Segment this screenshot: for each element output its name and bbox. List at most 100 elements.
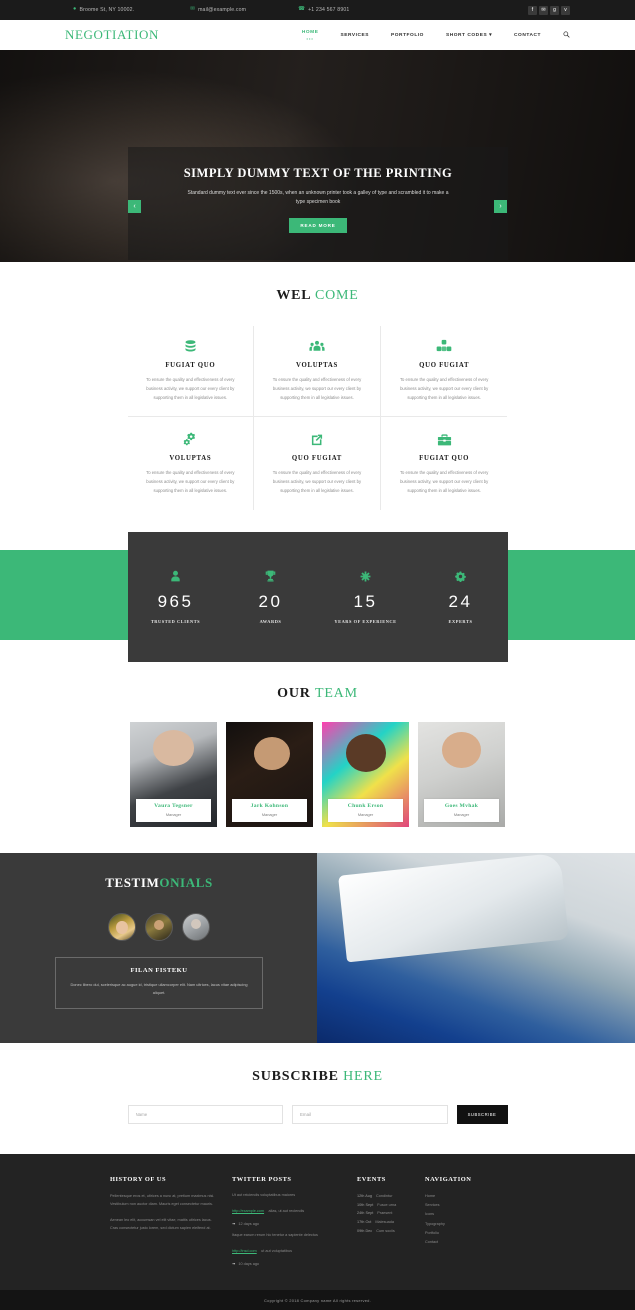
team-heading-light: TEAM	[314, 685, 358, 701]
gear-icon	[413, 569, 508, 583]
footer-nav-home[interactable]: Home	[425, 1192, 525, 1201]
read-more-button[interactable]: READ MORE	[289, 217, 347, 233]
testimonial-avatar-3[interactable]	[182, 912, 210, 941]
stat-value: 20	[258, 592, 283, 612]
footer-nav-portfolio[interactable]: Portfolio	[425, 1229, 525, 1238]
nav-item-short-codes[interactable]: SHORT CODES ▾	[435, 33, 503, 38]
carousel-prev-button[interactable]: ‹	[128, 200, 141, 213]
stat-item: 15 YEARS OF EXPERIENCE	[318, 569, 413, 624]
service-card[interactable]: FUGIAT QUO To ensure the quality and eff…	[381, 417, 508, 509]
tweet-tail: alias, ut aut reciendis	[268, 1209, 305, 1214]
stat-item: 24 EXPERTS	[413, 569, 508, 624]
footer-twitter-heading: TWITTER POSTS	[232, 1175, 292, 1183]
event-date: 24th Sept	[357, 1211, 374, 1216]
top-bar: ● Broome St, NY 10002. ✉ mail@example.co…	[0, 0, 635, 20]
testimonial-avatar-1[interactable]	[108, 912, 136, 941]
footer-navigation-column: NAVIGATION Home Services Icons Typograph…	[425, 1176, 525, 1272]
footer-history-p1: Pellentesque eros et, ultrices a nunc at…	[110, 1193, 215, 1207]
footer-events-column: EVENTS 12th Aug Condintur 10th Sept Fusc…	[357, 1176, 425, 1272]
team-member[interactable]: Vaura Tegsner Manager	[130, 721, 217, 827]
stats-section: 965 TRUSTED CLIENTS 20 AWARDS 15 YEARS O…	[0, 531, 635, 662]
service-card[interactable]: QUO FUGIAT To ensure the quality and eff…	[380, 326, 508, 418]
email-input[interactable]	[292, 1104, 448, 1124]
tweet-tail: ut aut voluptatibus	[261, 1249, 292, 1254]
event-item[interactable]: 12th Aug Condintur	[357, 1192, 425, 1201]
service-card[interactable]: VOLUPTAS To ensure the quality and effec…	[128, 417, 255, 510]
stats-panel: 965 TRUSTED CLIENTS 20 AWARDS 15 YEARS O…	[128, 531, 508, 662]
footer-nav-typography[interactable]: Typography	[425, 1220, 525, 1229]
event-item[interactable]: 09th Dec Cum sociis	[357, 1227, 425, 1236]
site-footer: HISTORY OF US Pellentesque eros et, ultr…	[0, 1153, 635, 1291]
stat-label: TRUSTED CLIENTS	[150, 619, 201, 625]
event-item[interactable]: 10th Sept Fusce urna	[357, 1201, 425, 1210]
member-role: Manager	[357, 811, 374, 817]
carousel-next-button[interactable]: ›	[494, 200, 507, 213]
event-label: Fusce urna	[377, 1202, 397, 1207]
footer-events-heading: EVENTS	[357, 1175, 386, 1183]
tweet-text: Itaque earum rerum hic tenetur a sapient…	[232, 1233, 318, 1238]
service-card[interactable]: VOLUPTAS To ensure the quality and effec…	[254, 326, 381, 418]
tweet-link[interactable]: http://insd.com	[232, 1249, 257, 1253]
subscribe-button[interactable]: SUBSCRIBE	[456, 1104, 508, 1124]
social-links: f ✉ g v	[528, 5, 570, 15]
twitter-icon[interactable]: ✉	[539, 5, 548, 15]
testimonial-avatar-2[interactable]	[145, 912, 173, 941]
team-section: OUR TEAM Vaura Tegsner Manager Jark Kohn…	[0, 662, 635, 853]
testimonial-text: Donec libero dui, scelerisque ac augue i…	[70, 981, 248, 996]
twitter-bird-icon: ➟	[232, 1221, 236, 1227]
team-member[interactable]: Jark Kohnson Manager	[226, 721, 313, 827]
team-member[interactable]: Chunk Erson Manager	[322, 721, 409, 827]
service-card[interactable]: QUO FUGIAT To ensure the quality and eff…	[254, 417, 381, 510]
nav-item-services[interactable]: SERVICES	[329, 33, 380, 38]
subscribe-heading-light: HERE	[343, 1068, 383, 1084]
service-text: To ensure the quality and effectiveness …	[272, 470, 362, 494]
nav-menu: HOME ••• SERVICES PORTFOLIO SHORT CODES …	[291, 30, 570, 41]
footer-nav-services[interactable]: Services	[425, 1201, 525, 1210]
nav-item-contact[interactable]: CONTACT	[503, 33, 552, 38]
welcome-heading: WEL COME	[0, 288, 635, 304]
team-member[interactable]: Goes Mvhak Manager	[418, 721, 505, 827]
address-text: Broome St, NY 10002.	[79, 7, 135, 13]
subscribe-heading-bold: SUBSCRIBE	[252, 1068, 339, 1084]
name-input[interactable]	[127, 1104, 283, 1124]
team-heading-bold: OUR	[277, 685, 311, 701]
footer-navigation-heading: NAVIGATION	[425, 1175, 472, 1183]
external-link-icon	[266, 431, 368, 448]
nav-item-home[interactable]: HOME •••	[291, 30, 330, 41]
phone-icon: ☎	[298, 6, 306, 13]
footer-nav-contact[interactable]: Contact	[425, 1238, 525, 1247]
footer-nav-icons[interactable]: Icons	[425, 1210, 525, 1219]
search-icon[interactable]	[552, 31, 570, 40]
services-grid: FUGIAT QUO To ensure the quality and eff…	[127, 326, 508, 510]
event-label: Malesuada	[375, 1220, 394, 1225]
event-label: Condintur	[376, 1193, 393, 1198]
contact-phone[interactable]: ☎ +1 234 567 8901	[298, 7, 349, 13]
service-card[interactable]: FUGIAT QUO To ensure the quality and eff…	[127, 326, 255, 418]
vimeo-icon[interactable]: v	[561, 5, 570, 15]
phone-text: +1 234 567 8901	[308, 7, 350, 13]
member-role: Manager	[261, 811, 278, 817]
service-title: VOLUPTAS	[169, 455, 212, 463]
cogs-icon	[140, 431, 242, 448]
copyright-bar: Copyright © 2018 Company name All rights…	[0, 1290, 635, 1310]
users-group-icon	[266, 338, 368, 355]
trophy-icon	[223, 569, 318, 583]
twitter-bird-icon: ➟	[232, 1261, 236, 1267]
stat-item: 20 AWARDS	[223, 569, 318, 624]
nav-item-portfolio[interactable]: PORTFOLIO	[380, 33, 435, 38]
welcome-section: WEL COME FUGIAT QUO To ensure the qualit…	[0, 262, 635, 510]
contact-email[interactable]: ✉ mail@example.com	[190, 7, 246, 13]
google-plus-icon[interactable]: g	[550, 5, 559, 15]
facebook-icon[interactable]: f	[528, 5, 537, 15]
page-root: ● Broome St, NY 10002. ✉ mail@example.co…	[0, 0, 635, 1310]
envelope-icon: ✉	[190, 6, 196, 13]
tweet-item: Ut aut reiciendis voluptatibus maiores h…	[232, 1192, 357, 1226]
event-item[interactable]: 24th Sept Praesent	[357, 1209, 425, 1218]
event-date: 09th Dec	[357, 1228, 373, 1233]
footer-twitter-column: TWITTER POSTS Ut aut reiciendis voluptat…	[232, 1176, 357, 1272]
tweet-link[interactable]: http://example.com	[232, 1209, 264, 1213]
hero-caption: SIMPLY DUMMY TEXT OF THE PRINTING Standa…	[128, 147, 508, 260]
tweet-item: Itaque earum rerum hic tenetur a sapient…	[232, 1232, 357, 1266]
event-item[interactable]: 17th Oct Malesuada	[357, 1218, 425, 1227]
site-logo[interactable]: NEGOTIATION	[65, 27, 159, 43]
